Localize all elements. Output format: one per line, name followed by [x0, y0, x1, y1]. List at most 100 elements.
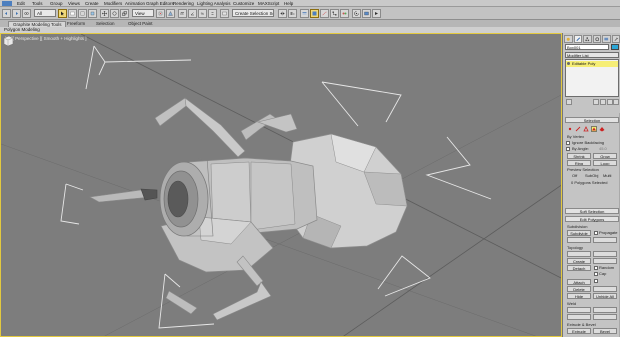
weld-blank-button-d[interactable] — [593, 314, 617, 320]
topology-blank-button-c[interactable] — [593, 258, 617, 264]
checkbox-random[interactable] — [594, 266, 598, 270]
radio-off-label[interactable]: Off — [572, 173, 577, 178]
tab-create[interactable] — [564, 35, 573, 43]
subdivide-button[interactable]: Subdivide — [567, 230, 591, 236]
menu-edit[interactable]: Edit — [17, 1, 25, 6]
undo-icon[interactable] — [2, 8, 11, 18]
delete-button[interactable]: Delete — [567, 286, 591, 292]
tab-modify[interactable] — [573, 35, 582, 43]
radio-subobj-label[interactable]: SubObj — [585, 173, 598, 178]
material-editor-icon[interactable] — [340, 8, 349, 18]
object-color-swatch[interactable] — [611, 44, 619, 50]
viewcube-icon[interactable] — [1, 34, 15, 48]
graphite-tools-toggle-icon[interactable] — [310, 8, 319, 18]
detach-button[interactable]: Detach — [567, 265, 591, 271]
render-production-icon[interactable] — [372, 8, 381, 18]
attach-button[interactable]: Attach — [567, 279, 591, 285]
move-icon[interactable] — [100, 8, 109, 18]
select-manipulate-icon[interactable] — [166, 8, 175, 18]
checkbox-propagate[interactable] — [594, 231, 598, 235]
weld-blank-button-c[interactable] — [567, 314, 591, 320]
checkbox-cap[interactable] — [594, 272, 598, 276]
radio-multi-label[interactable]: Multi — [603, 173, 611, 178]
menu-animation[interactable]: Animation — [125, 1, 145, 6]
menu-maxscript[interactable]: MAXScript — [258, 1, 279, 6]
menu-tools[interactable]: Tools — [32, 1, 43, 6]
configure-sets-icon[interactable] — [613, 99, 619, 105]
grow-button[interactable]: Grow — [593, 153, 617, 159]
angle-snap-icon[interactable] — [188, 8, 197, 18]
named-selection-set-select[interactable]: Create Selection Se — [232, 9, 274, 17]
edit-named-selection-icon[interactable] — [220, 8, 229, 18]
menu-help[interactable]: Help — [284, 1, 293, 6]
ring-button[interactable]: Ring — [567, 160, 591, 166]
delete-options-button[interactable] — [593, 286, 617, 292]
modifier-list-dropdown[interactable]: Modifier List — [565, 52, 619, 58]
tab-hierarchy[interactable] — [583, 35, 592, 43]
curve-editor-icon[interactable] — [320, 8, 329, 18]
border-level-icon[interactable] — [583, 126, 589, 132]
render-setup-icon[interactable] — [352, 8, 361, 18]
weld-blank-button-a[interactable] — [567, 307, 591, 313]
rendered-frame-window-icon[interactable] — [362, 8, 371, 18]
menu-group[interactable]: Group — [50, 1, 63, 6]
scale-icon[interactable] — [120, 8, 129, 18]
portal-gun-model[interactable] — [89, 97, 408, 321]
tab-motion[interactable] — [592, 35, 601, 43]
selection-rollout-header[interactable]: Selection — [565, 117, 619, 123]
selection-filter-select[interactable]: All — [34, 9, 56, 17]
tab-display[interactable] — [602, 35, 611, 43]
topology-blank-button-a[interactable] — [567, 251, 591, 257]
menu-graph-editors[interactable]: Graph Editors — [146, 1, 174, 6]
soft-selection-rollout-header[interactable]: Soft Selection — [565, 208, 619, 214]
pin-stack-icon[interactable] — [566, 99, 572, 105]
redo-icon[interactable] — [12, 8, 21, 18]
layer-manager-icon[interactable] — [300, 8, 309, 18]
menu-customize[interactable]: Customize — [233, 1, 254, 6]
rotate-icon[interactable] — [110, 8, 119, 18]
edge-level-icon[interactable] — [575, 126, 581, 132]
subdivision-blank-button-b[interactable] — [593, 237, 617, 243]
percent-snap-icon[interactable]: % — [198, 8, 207, 18]
show-end-result-icon[interactable] — [593, 99, 599, 105]
select-object-icon[interactable] — [58, 8, 67, 18]
mirror-icon[interactable] — [278, 8, 287, 18]
tab-utilities[interactable] — [611, 35, 620, 43]
link-icon[interactable] — [22, 8, 31, 18]
snap-toggle-icon[interactable]: 3 — [178, 8, 187, 18]
spinner-snap-icon[interactable] — [208, 8, 217, 18]
perspective-viewport[interactable]: [ + ][ Perspective ][ Smooth + Highlight… — [0, 33, 562, 337]
bulb-icon[interactable] — [567, 62, 570, 65]
checkbox-random-2[interactable] — [594, 279, 598, 283]
edit-polygons-rollout-header[interactable]: Edit Polygons — [565, 216, 619, 222]
menu-views[interactable]: Views — [68, 1, 80, 6]
checkbox-ignore-backfacing[interactable] — [566, 141, 570, 145]
weld-blank-button-b[interactable] — [593, 307, 617, 313]
pivot-center-icon[interactable] — [156, 8, 165, 18]
polygon-level-icon[interactable] — [591, 126, 597, 132]
vertex-level-icon[interactable] — [567, 126, 573, 132]
create-button[interactable]: Create — [567, 258, 591, 264]
subdivision-blank-button-a[interactable] — [567, 237, 591, 243]
schematic-view-icon[interactable] — [330, 8, 339, 18]
app-logo[interactable] — [2, 1, 12, 6]
menu-lighting-analysis[interactable]: Lighting Analysis — [197, 1, 231, 6]
window-crossing-icon[interactable] — [88, 8, 97, 18]
topology-blank-button-b[interactable] — [593, 251, 617, 257]
menu-modifiers[interactable]: Modifiers — [104, 1, 122, 6]
select-by-name-icon[interactable] — [68, 8, 77, 18]
reference-coord-select[interactable]: View — [132, 9, 154, 17]
stack-item-editable-poly[interactable]: Editable Poly — [566, 61, 618, 67]
by-angle-value[interactable]: 45.0 — [599, 146, 607, 151]
unhide-all-button[interactable]: Unhide All — [593, 293, 617, 299]
menu-rendering[interactable]: Rendering — [173, 1, 194, 6]
menu-create[interactable]: Create — [85, 1, 99, 6]
shrink-button[interactable]: Shrink — [567, 153, 591, 159]
element-level-icon[interactable] — [599, 126, 605, 132]
selection-region-icon[interactable] — [78, 8, 87, 18]
viewport-label[interactable]: [ + ][ Perspective ][ Smooth + Highlight… — [5, 36, 87, 41]
checkbox-by-angle[interactable] — [566, 147, 570, 151]
loop-button[interactable]: Loop — [593, 160, 617, 166]
make-unique-icon[interactable] — [600, 99, 606, 105]
align-icon[interactable] — [288, 8, 297, 18]
